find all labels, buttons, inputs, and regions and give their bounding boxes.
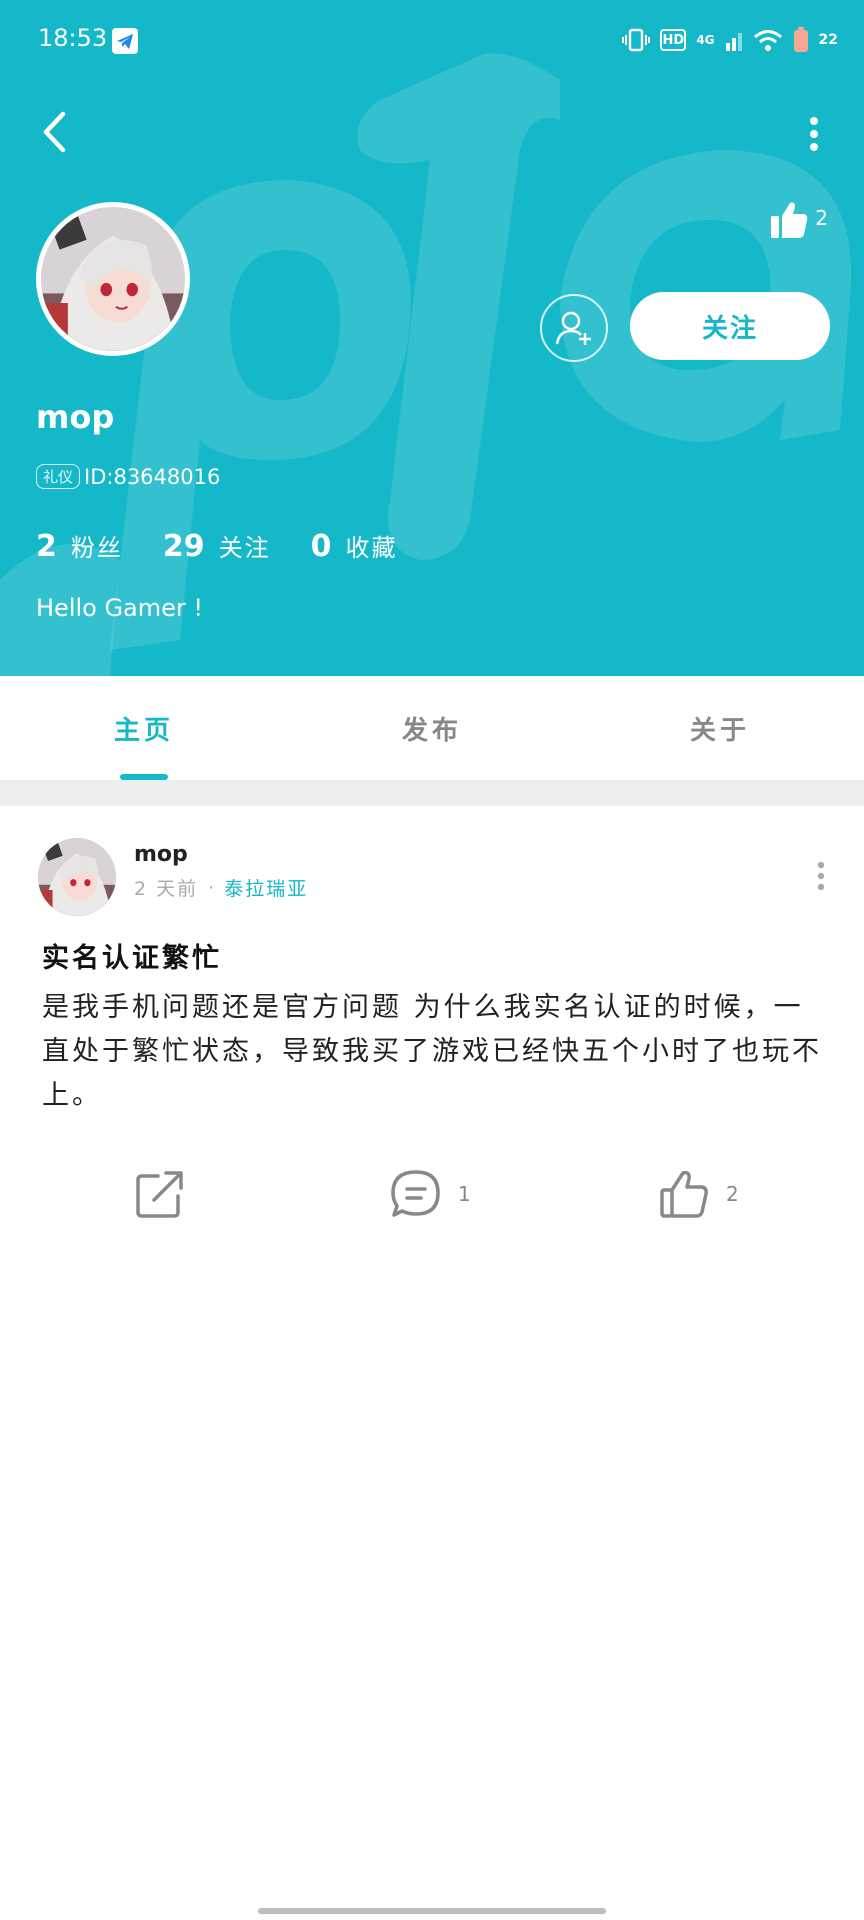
avatar-image — [41, 207, 185, 351]
profile-like-count: 2 — [815, 206, 828, 230]
add-user-icon — [555, 311, 591, 345]
comment-button[interactable]: 1 — [390, 1168, 471, 1220]
stat-favorites[interactable]: 0 收藏 — [311, 528, 398, 564]
back-button[interactable] — [34, 108, 74, 156]
more-vertical-icon — [810, 117, 818, 151]
post-title: 实名认证繁忙 — [42, 943, 222, 974]
profile-avatar[interactable] — [36, 202, 190, 356]
battery-level: 22 — [818, 32, 838, 48]
post-time: 2 天前 — [134, 878, 199, 900]
stat-value: 0 — [310, 529, 332, 564]
thumbs-up-icon — [771, 202, 808, 238]
stat-followers[interactable]: 2 粉丝 — [36, 528, 123, 564]
post-actions: 1 2 — [0, 1156, 864, 1240]
meta-separator: · — [208, 876, 215, 899]
status-bar: 18:53 HD 4G 22 — [0, 0, 864, 80]
post-more-button[interactable] — [806, 858, 836, 894]
comment-icon — [391, 1170, 440, 1217]
stat-label: 关注 — [218, 534, 271, 562]
add-friend-button[interactable] — [540, 294, 608, 362]
stat-label: 粉丝 — [70, 534, 123, 562]
battery-icon — [793, 27, 808, 52]
post-author-name[interactable]: mop — [134, 842, 188, 867]
profile-header: 18:53 HD 4G 22 2 关注 mop 礼仪 ID:83648016 2… — [0, 0, 864, 676]
more-options-button[interactable] — [794, 112, 834, 156]
etiquette-badge[interactable]: 礼仪 — [36, 464, 81, 489]
profile-bio: Hello Gamer ! — [36, 594, 204, 622]
like-button[interactable]: 2 — [658, 1168, 739, 1220]
tab-home[interactable]: 主页 — [0, 676, 288, 780]
thumbs-up-icon — [660, 1170, 708, 1218]
post-body: 是我手机问题还是官方问题 为什么我实名认证的时候，一直处于繁忙状态，导致我买了游… — [42, 992, 822, 1111]
post-game-link[interactable]: 泰拉瑞亚 — [224, 874, 308, 901]
tab-about[interactable]: 关于 — [576, 676, 864, 780]
status-icons: HD 4G 22 — [622, 24, 838, 56]
network-label: 4G — [696, 33, 715, 47]
share-icon — [136, 1171, 183, 1218]
post-author-avatar[interactable] — [38, 838, 116, 916]
follow-button[interactable]: 关注 — [630, 292, 830, 360]
telegram-icon — [112, 28, 138, 54]
user-id[interactable]: ID:83648016 — [84, 465, 220, 489]
profile-tabs: 主页 发布 关于 — [0, 676, 864, 780]
home-indicator[interactable] — [258, 1908, 606, 1914]
vibrate-icon — [622, 28, 651, 52]
stat-label: 收藏 — [345, 534, 398, 562]
stat-value: 29 — [162, 529, 205, 564]
like-count: 2 — [726, 1182, 739, 1206]
profile-id-row: 礼仪 ID:83648016 — [36, 464, 220, 489]
stat-value: 2 — [36, 529, 57, 564]
profile-stats: 2 粉丝 29 关注 0 收藏 — [36, 528, 438, 564]
section-divider — [0, 780, 864, 806]
status-time: 18:53 — [38, 24, 108, 52]
share-button[interactable] — [134, 1168, 186, 1220]
signal-icon — [725, 33, 742, 51]
profile-page: 18:53 HD 4G 22 2 关注 mop 礼仪 ID:83648016 2… — [0, 0, 864, 1920]
wifi-icon — [753, 30, 782, 51]
avatar-image — [38, 838, 116, 916]
chevron-left-icon — [43, 111, 66, 153]
comment-count: 1 — [458, 1182, 471, 1206]
tab-posts[interactable]: 发布 — [288, 676, 576, 780]
stat-following[interactable]: 29 关注 — [163, 528, 271, 564]
hd-badge: HD — [660, 29, 687, 51]
more-vertical-icon — [817, 861, 825, 891]
profile-likes[interactable]: 2 — [769, 200, 828, 240]
profile-username: mop — [36, 398, 115, 436]
post-meta: 2 天前 · 泰拉瑞亚 — [134, 874, 308, 901]
